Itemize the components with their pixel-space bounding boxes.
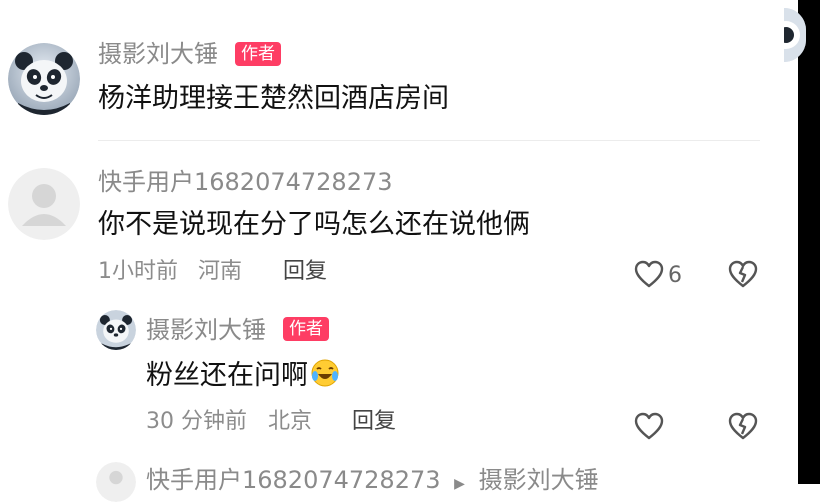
next-reply-username[interactable]: 快手用户1682074728273	[146, 466, 441, 494]
heart-icon[interactable]	[634, 260, 664, 288]
comment-text: 杨洋助理接王楚然回酒店房间	[98, 83, 449, 114]
reply-arrow-icon: ▶	[454, 476, 465, 492]
reply-text-row: 粉丝还在问啊	[146, 358, 340, 397]
author-avatar[interactable]	[96, 310, 136, 350]
reply-time: 30 分钟前	[146, 409, 247, 434]
dislike-heart-icon[interactable]	[728, 412, 758, 440]
author-badge: 作者	[235, 42, 281, 66]
reply-username[interactable]: 摄影刘大锤	[146, 316, 266, 344]
comment-location: 河南	[198, 259, 243, 284]
next-reply-target[interactable]: 摄影刘大锤	[479, 466, 599, 494]
default-avatar-icon[interactable]	[8, 168, 80, 240]
default-avatar-icon[interactable]	[96, 462, 136, 502]
heart-icon[interactable]	[634, 412, 664, 440]
comment-username[interactable]: 摄影刘大锤	[98, 40, 218, 68]
dislike-heart-icon[interactable]	[728, 260, 758, 288]
comment-text: 你不是说现在分了吗怎么还在说他俩	[98, 209, 530, 240]
reply-button[interactable]: 回复	[283, 258, 327, 286]
laughing-crying-emoji	[310, 358, 340, 397]
comment-time: 1小时前	[98, 259, 178, 284]
reply-text: 粉丝还在问啊	[146, 360, 308, 391]
reply-button[interactable]: 回复	[352, 408, 396, 436]
author-badge: 作者	[283, 317, 329, 341]
next-reply-header: 快手用户1682074728273 ▶ 摄影刘大锤	[146, 466, 599, 498]
comment-divider	[98, 140, 760, 141]
comment-username[interactable]: 快手用户1682074728273	[98, 168, 393, 196]
reply-location: 北京	[268, 409, 313, 434]
like-count: 6	[668, 263, 682, 288]
screen-edge	[798, 0, 820, 484]
author-avatar[interactable]	[8, 43, 80, 115]
